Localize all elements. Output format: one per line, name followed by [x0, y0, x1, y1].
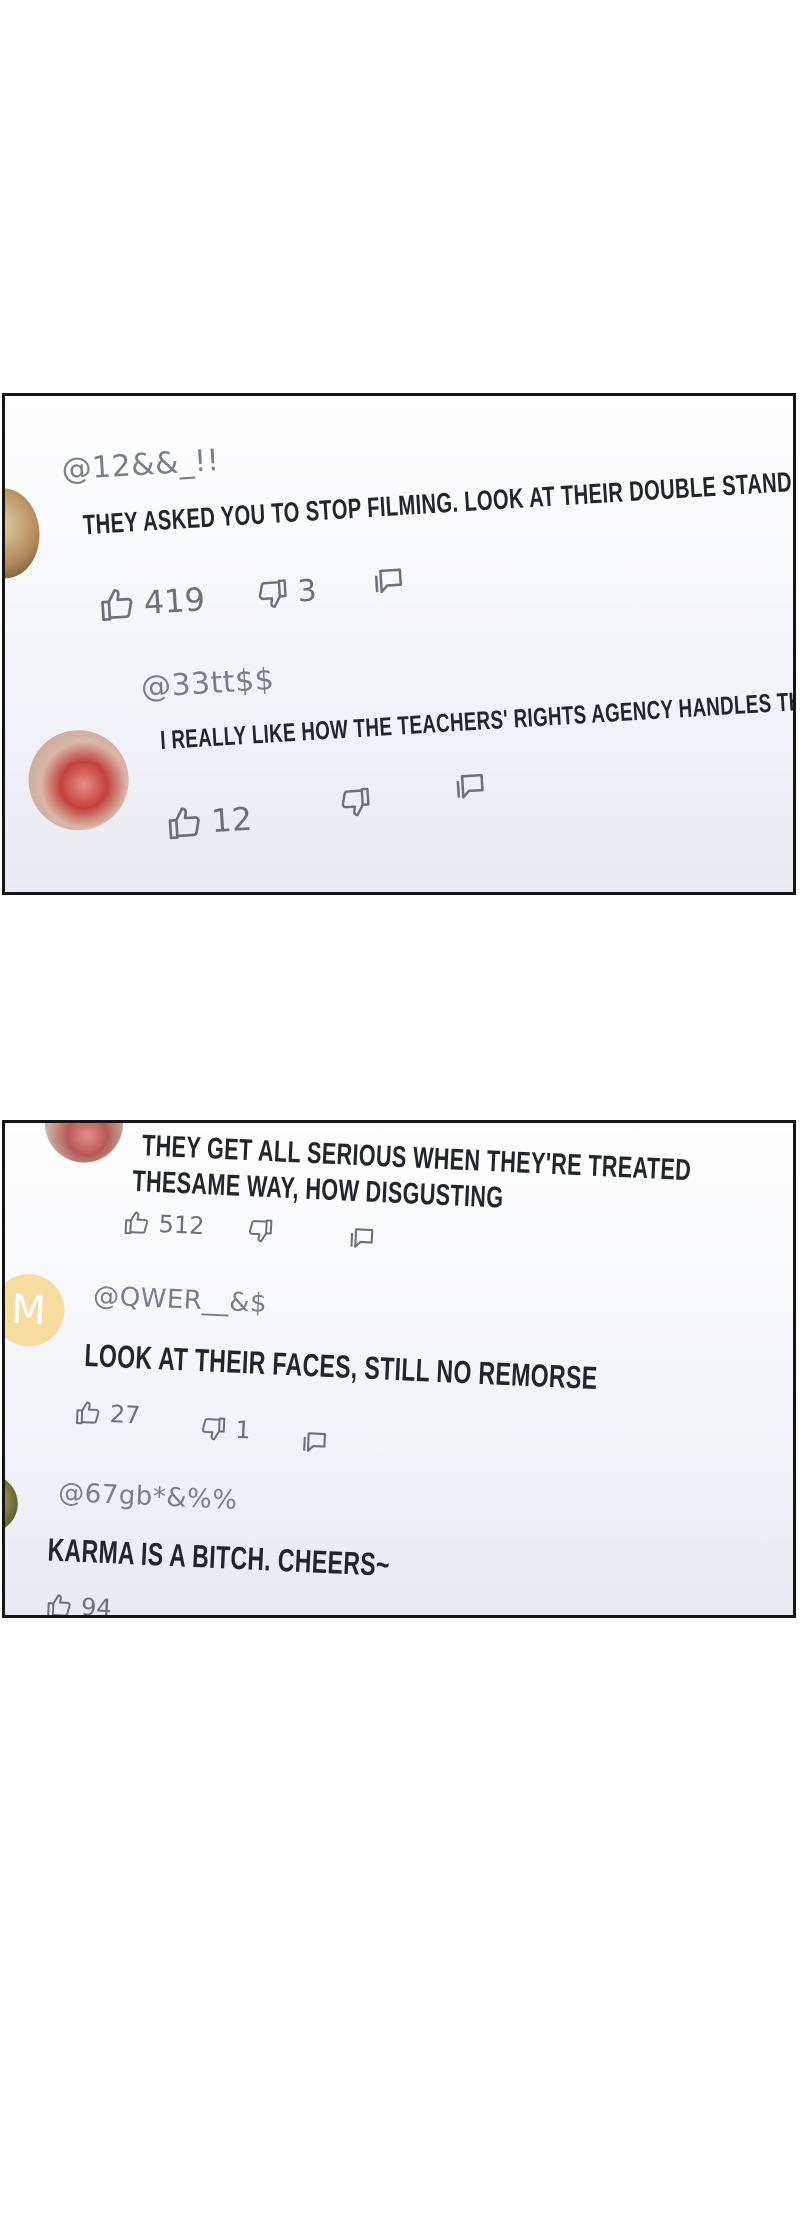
reply-icon [350, 1228, 374, 1248]
like-count: 512 [157, 1210, 205, 1241]
lips-avatar[interactable] [25, 727, 132, 834]
portrait-avatar[interactable] [5, 1473, 20, 1534]
thumbs-down-icon [341, 787, 370, 817]
like-button[interactable]: 419 [97, 580, 206, 624]
comment-handle[interactable]: @12&&_!! [61, 443, 221, 488]
reply-button[interactable] [300, 1427, 331, 1458]
thumbs-up-icon [101, 589, 133, 621]
comment-text: LOOK AT THEIR FACES, STILL NO REMORSE [83, 1336, 599, 1397]
dislike-button[interactable]: 3 [255, 573, 318, 612]
dislike-count: 1 [234, 1415, 252, 1445]
like-count: 27 [109, 1400, 142, 1430]
like-count: 94 [80, 1592, 113, 1618]
comment-handle[interactable]: @33tt$$ [140, 662, 275, 705]
reply-icon [374, 568, 403, 594]
portrait-avatar[interactable] [5, 486, 43, 581]
thumbs-down-icon [201, 1417, 226, 1441]
thumbs-up-icon [75, 1401, 100, 1425]
dislike-button[interactable] [246, 1216, 275, 1245]
comments-panel-2: THEY GET ALL SERIOUS WHEN THEY'RE TREATE… [2, 1120, 796, 1618]
reply-icon [456, 773, 484, 799]
lips-avatar[interactable] [43, 1123, 125, 1165]
like-count: 419 [142, 580, 207, 622]
letter-avatar[interactable]: M [5, 1272, 67, 1348]
thumbs-up-icon [168, 807, 200, 840]
comments-canvas-2: THEY GET ALL SERIOUS WHEN THEY'RE TREATE… [5, 1123, 793, 1615]
dislike-button[interactable] [337, 784, 381, 821]
comments-panel-1: @12&&_!! THEY ASKED YOU TO STOP FILMING.… [2, 393, 796, 895]
reply-button[interactable] [347, 1223, 378, 1254]
like-button[interactable]: 27 [73, 1398, 141, 1429]
reply-button[interactable] [371, 562, 409, 600]
like-button[interactable]: 12 [164, 800, 253, 843]
like-button[interactable]: 94 [45, 1591, 113, 1618]
like-button[interactable]: 512 [122, 1208, 205, 1240]
dislike-button[interactable]: 1 [199, 1414, 251, 1444]
reply-button[interactable] [453, 767, 491, 805]
like-count: 12 [210, 799, 254, 841]
avatar-letter: M [10, 1286, 47, 1335]
comment-handle[interactable]: @QWER__&$ [93, 1281, 268, 1319]
comment-handle[interactable]: @67gb*&%% [58, 1478, 238, 1516]
thumbs-up-icon [47, 1594, 71, 1615]
comment-text: KARMA IS A BITCH. CHEERS~ [46, 1531, 391, 1583]
thumbs-up-icon [124, 1211, 149, 1235]
thumbs-down-icon [248, 1219, 273, 1243]
comments-canvas-1: @12&&_!! THEY ASKED YOU TO STOP FILMING.… [5, 443, 793, 840]
reply-icon [303, 1432, 327, 1452]
thumbs-down-icon [258, 578, 287, 608]
dislike-count: 3 [296, 573, 318, 610]
